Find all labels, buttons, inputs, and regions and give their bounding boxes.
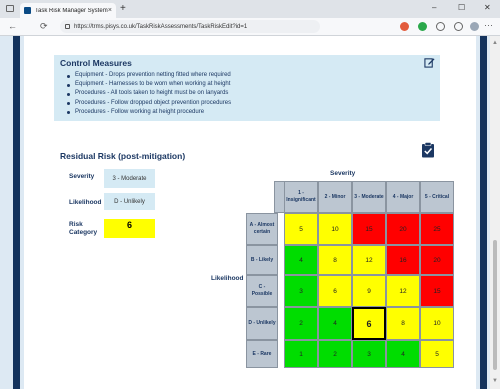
minimize-button[interactable]: –	[432, 3, 436, 12]
matrix-severity-header: 1 - Insignificant	[284, 181, 318, 213]
matrix-cell[interactable]: 1	[284, 340, 318, 368]
control-measures-list: Equipment - Drops prevention netting fit…	[66, 71, 231, 117]
matrix-likelihood-header: D - Unlikely	[246, 307, 278, 340]
left-page-border	[13, 36, 20, 389]
site-favicon-icon	[24, 7, 31, 14]
browser-menu-button[interactable]: ···	[484, 20, 493, 30]
matrix-cell[interactable]: 2	[318, 340, 352, 368]
matrix-cell[interactable]: 3	[352, 340, 386, 368]
matrix-cell[interactable]: 20	[420, 245, 454, 275]
risk-category-label: Risk Category	[69, 221, 98, 236]
matrix-cell-selected[interactable]: 6	[352, 307, 386, 340]
matrix-cell[interactable]: 15	[420, 275, 454, 307]
lock-icon	[65, 24, 70, 29]
severity-value[interactable]: 3 - Moderate	[104, 169, 155, 188]
matrix-cell[interactable]: 16	[386, 245, 420, 275]
maximize-button[interactable]: ☐	[458, 3, 465, 12]
tab-title: Task Risk Manager System	[35, 7, 108, 14]
matrix-cell[interactable]: 25	[420, 213, 454, 245]
tab-actions-icon[interactable]	[6, 5, 14, 12]
matrix-cell[interactable]: 9	[352, 275, 386, 307]
extension-icon[interactable]	[418, 22, 427, 31]
matrix-cell[interactable]: 12	[352, 245, 386, 275]
list-item: Equipment - Drops prevention netting fit…	[66, 71, 231, 80]
risk-category-value: 6	[104, 219, 155, 238]
matrix-cell[interactable]: 3	[284, 275, 318, 307]
likelihood-value[interactable]: D - Unlikely	[104, 193, 155, 210]
scroll-thumb[interactable]	[493, 240, 497, 370]
profile-avatar[interactable]	[470, 22, 479, 31]
list-item: Procedures - Follow working at height pr…	[66, 108, 231, 117]
matrix-severity-title: Severity	[330, 170, 356, 177]
matrix-severity-header: 3 - Moderate	[352, 181, 386, 213]
control-measures-title: Control Measures	[60, 58, 132, 68]
scroll-up-icon[interactable]: ▲	[492, 40, 498, 46]
matrix-severity-header: 2 - Minor	[318, 181, 352, 213]
collections-icon[interactable]	[454, 22, 463, 31]
matrix-likelihood-header: B - Likely	[246, 245, 278, 275]
matrix-cell[interactable]: 10	[420, 307, 454, 340]
matrix-cell[interactable]: 4	[284, 245, 318, 275]
edit-icon[interactable]	[424, 57, 435, 68]
list-item: Procedures - Follow dropped object preve…	[66, 99, 231, 108]
matrix-cell[interactable]: 12	[386, 275, 420, 307]
matrix-cell[interactable]: 8	[318, 245, 352, 275]
matrix-cell[interactable]: 5	[284, 213, 318, 245]
matrix-cell[interactable]: 2	[284, 307, 318, 340]
residual-risk-title: Residual Risk (post-mitigation)	[60, 151, 186, 161]
close-window-button[interactable]: ✕	[484, 3, 491, 12]
address-bar[interactable]: https://trms.pisys.co.uk/TaskRiskAssessm…	[60, 20, 320, 33]
matrix-cell[interactable]: 4	[318, 307, 352, 340]
favorites-icon[interactable]	[436, 22, 445, 31]
matrix-cell[interactable]: 5	[420, 340, 454, 368]
list-item: Equipment - Harnesses to be worn when wo…	[66, 80, 231, 89]
list-item: Procedures - All tools taken to height m…	[66, 89, 231, 98]
url-text: https://trms.pisys.co.uk/TaskRiskAssessm…	[74, 23, 248, 30]
matrix-likelihood-header: C - Possible	[246, 275, 278, 307]
tab-close-icon[interactable]: ×	[108, 7, 112, 14]
browser-tab-bar: Task Risk Manager System × + – ☐ ✕	[0, 0, 500, 18]
likelihood-label: Likelihood	[69, 199, 102, 206]
extension-icon[interactable]	[400, 22, 409, 31]
severity-label: Severity	[69, 173, 95, 180]
matrix-likelihood-header: A - Almost certain	[246, 213, 278, 245]
matrix-cell[interactable]: 8	[386, 307, 420, 340]
back-button[interactable]: ←	[8, 21, 17, 31]
browser-toolbar: ← ⟳ https://trms.pisys.co.uk/TaskRiskAss…	[0, 18, 500, 36]
matrix-cell[interactable]: 4	[386, 340, 420, 368]
matrix-cell[interactable]: 6	[318, 275, 352, 307]
right-page-border	[480, 36, 487, 389]
matrix-cell[interactable]: 20	[386, 213, 420, 245]
new-tab-button[interactable]: +	[120, 3, 126, 14]
matrix-cell[interactable]: 10	[318, 213, 352, 245]
matrix-severity-header: 4 - Major	[386, 181, 420, 213]
refresh-button[interactable]: ⟳	[40, 21, 48, 32]
matrix-likelihood-header: E - Rare	[246, 340, 278, 368]
browser-tab[interactable]: Task Risk Manager System ×	[20, 3, 116, 18]
matrix-severity-header: 5 - Critical	[420, 181, 454, 213]
matrix-likelihood-title: Likelihood	[211, 275, 244, 282]
scroll-down-icon[interactable]: ▼	[492, 378, 498, 384]
matrix-cell[interactable]: 15	[352, 213, 386, 245]
clipboard-check-icon[interactable]	[421, 142, 435, 158]
